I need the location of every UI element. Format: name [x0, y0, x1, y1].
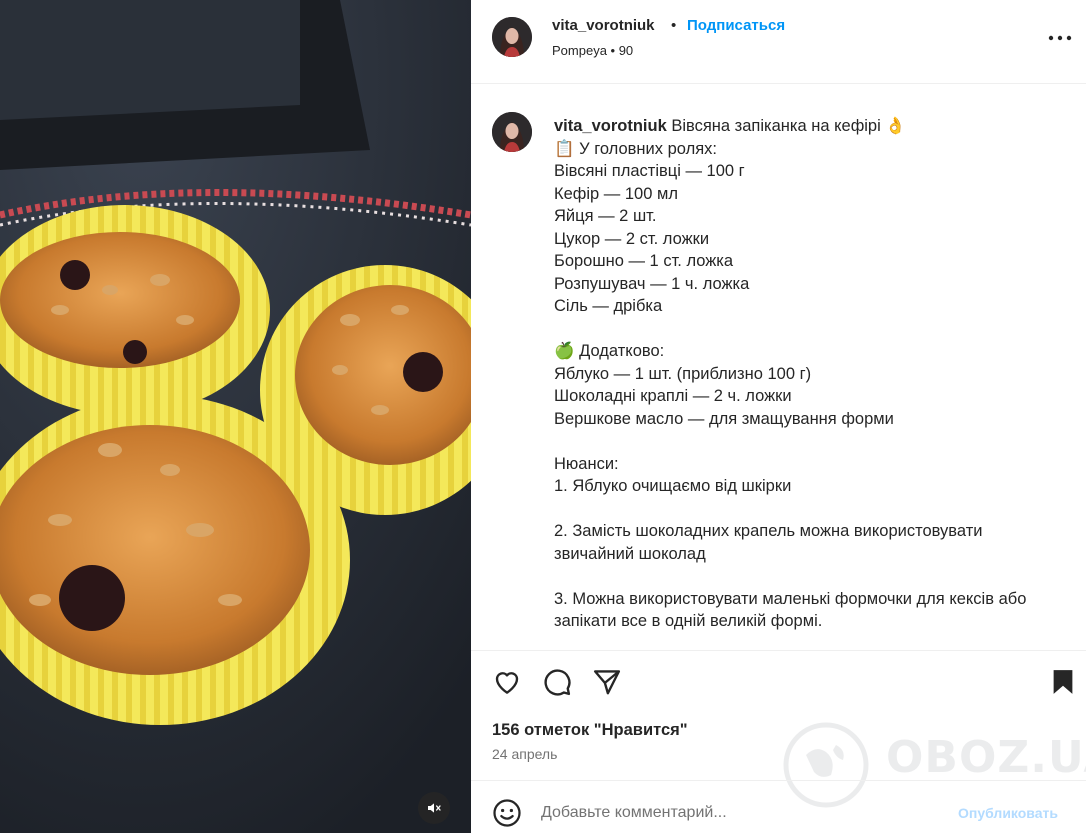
comment-icon[interactable]	[542, 667, 572, 697]
mute-button[interactable]	[418, 792, 450, 824]
send-icon[interactable]	[592, 667, 622, 697]
comment-input[interactable]	[541, 801, 941, 825]
avatar[interactable]	[492, 17, 532, 57]
bookmark-icon[interactable]	[1048, 667, 1078, 697]
post-panel: vita_vorotniuk • Подписаться Pompeya • 9…	[471, 0, 1086, 833]
comment-bar: Опубликовать	[471, 780, 1086, 833]
likes-count[interactable]: 156 отметок "Нравится"	[492, 721, 688, 740]
caption-username[interactable]: vita_vorotniuk	[554, 117, 667, 135]
heart-icon[interactable]	[492, 667, 522, 697]
post-date[interactable]: 24 апрель	[492, 746, 557, 762]
caption-body: 📋 У головних ролях: Вівсяні пластівці — …	[554, 139, 1027, 631]
publish-button[interactable]: Опубликовать	[958, 805, 1058, 821]
author-username[interactable]: vita_vorotniuk	[552, 17, 655, 34]
speaker-muted-icon	[428, 803, 441, 813]
post-caption: vita_vorotniuk Вівсяна запіканка на кефі…	[471, 84, 1086, 650]
emoji-icon[interactable]	[492, 798, 522, 828]
caption-avatar[interactable]	[492, 112, 532, 152]
post-photo	[0, 0, 471, 833]
caption-text: vita_vorotniuk Вівсяна запіканка на кефі…	[554, 115, 1064, 633]
post-actions: 156 отметок "Нравится" 24 апрель	[471, 650, 1086, 778]
caption-title: Вівсяна запіканка на кефірі 👌	[671, 117, 906, 135]
follow-button[interactable]: Подписаться	[687, 17, 785, 34]
more-horizontal-icon[interactable]	[1046, 26, 1074, 50]
post-location[interactable]: Pompeya • 90	[552, 43, 633, 58]
post-media[interactable]	[0, 0, 471, 833]
separator-dot: •	[671, 17, 677, 34]
post-header: vita_vorotniuk • Подписаться Pompeya • 9…	[471, 0, 1086, 84]
